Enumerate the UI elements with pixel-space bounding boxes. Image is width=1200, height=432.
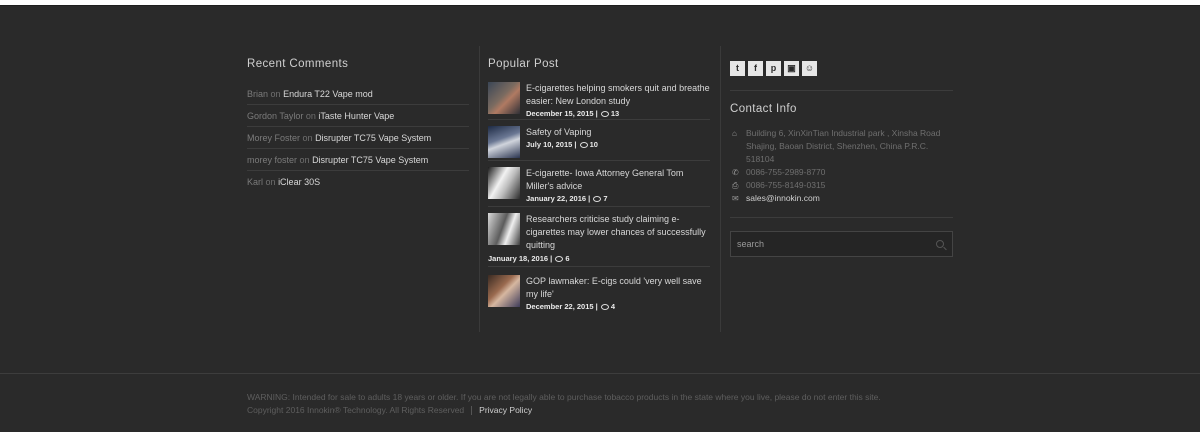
post-item: Safety of Vaping July 10, 2015 | 10 (488, 120, 710, 161)
post-comment-count[interactable]: 10 (590, 140, 598, 149)
post-comment-count[interactable]: 6 (565, 254, 569, 263)
comment-post-link[interactable]: Disrupter TC75 Vape System (312, 155, 428, 165)
post-date: January 18, 2016 (488, 254, 549, 263)
post-item: E-cigarettes helping smokers quit and br… (488, 79, 710, 120)
recent-comments-title: Recent Comments (247, 58, 349, 70)
post-thumbnail[interactable] (488, 167, 520, 199)
phone-icon: ✆ (732, 168, 739, 177)
post-meta: July 10, 2015 | 10 (526, 140, 598, 149)
post-date: December 15, 2015 (526, 109, 594, 118)
comment-on-label: on (299, 155, 310, 165)
reddit-icon[interactable]: ☺ (802, 61, 817, 76)
post-item: GOP lawmaker: E-cigs could 'very well sa… (488, 267, 710, 313)
email-link[interactable]: sales@innokin.com (746, 193, 820, 203)
contact-list: ⌂ Building 6, XinXinTian Industrial park … (730, 127, 953, 205)
post-title-link[interactable]: E-cigarette- Iowa Attorney General Tom M… (526, 167, 710, 193)
post-title-link[interactable]: Researchers criticise study claiming e-c… (526, 213, 710, 252)
contact-info-title: Contact Info (730, 103, 797, 115)
comment-on-label: on (270, 89, 281, 99)
post-comment-count[interactable]: 13 (611, 109, 619, 118)
search-icon[interactable] (936, 240, 944, 248)
comment-post-link[interactable]: Disrupter TC75 Vape System (315, 133, 431, 143)
fax-icon: ⎙ (732, 181, 739, 190)
post-comment-count[interactable]: 4 (611, 302, 615, 311)
post-date: January 22, 2016 (526, 194, 587, 203)
post-thumbnail[interactable] (488, 126, 520, 158)
column-divider (479, 46, 480, 332)
top-bar-shadow (0, 5, 1200, 6)
recent-comments-list: Brian on Endura T22 Vape mod Gordon Tayl… (247, 83, 469, 193)
comment-item: morey foster on Disrupter TC75 Vape Syst… (247, 149, 469, 171)
comment-bubble-icon (600, 111, 609, 118)
contact-phone: ✆ 0086-755-2989-8770 (730, 166, 953, 179)
post-thumbnail[interactable] (488, 275, 520, 307)
facebook-icon[interactable]: f (748, 61, 763, 76)
post-date: December 22, 2015 (526, 302, 594, 311)
post-title-link[interactable]: E-cigarettes helping smokers quit and br… (526, 82, 710, 108)
recent-comments-widget: Recent Comments Brian on Endura T22 Vape… (247, 46, 469, 193)
popular-post-list: E-cigarettes helping smokers quit and br… (488, 79, 710, 313)
column-divider (720, 46, 721, 332)
age-warning: WARNING: Intended for sale to adults 18 … (247, 392, 881, 402)
pipe-divider (471, 406, 473, 416)
comment-bubble-icon (600, 304, 609, 311)
popular-post-title: Popular Post (488, 58, 559, 70)
post-item: E-cigarette- Iowa Attorney General Tom M… (488, 161, 710, 207)
footer: WARNING: Intended for sale to adults 18 … (247, 391, 947, 417)
post-comment-count[interactable]: 7 (603, 194, 607, 203)
post-item: Researchers criticise study claiming e-c… (488, 207, 710, 267)
privacy-policy-link[interactable]: Privacy Policy (479, 405, 532, 415)
comment-on-label: on (302, 133, 313, 143)
comment-author: Brian (247, 89, 269, 99)
envelope-icon: ✉ (732, 194, 739, 203)
phone-text: 0086-755-2989-8770 (746, 167, 826, 177)
comment-post-link[interactable]: iTaste Hunter Vape (318, 111, 394, 121)
post-meta: December 15, 2015 | 13 (526, 109, 620, 118)
post-meta: January 18, 2016 | 6 (488, 254, 570, 263)
fax-text: 0086-755-8149-0315 (746, 180, 826, 190)
popular-post-widget: Popular Post E-cigarettes helping smoker… (488, 46, 710, 313)
divider (730, 217, 953, 218)
contact-address: ⌂ Building 6, XinXinTian Industrial park … (730, 127, 953, 166)
comment-author: Morey Foster (247, 133, 301, 143)
pinterest-icon[interactable]: p (766, 61, 781, 76)
post-date: July 10, 2015 (526, 140, 573, 149)
comment-item: Gordon Taylor on iTaste Hunter Vape (247, 105, 469, 127)
instagram-icon[interactable]: ▣ (784, 61, 799, 76)
comment-author: Karl (247, 177, 264, 187)
social-links: t f p ▣ ☺ (730, 61, 953, 76)
contact-email: ✉ sales@innokin.com (730, 192, 953, 205)
contact-widget: t f p ▣ ☺ Contact Info ⌂ Building 6, XinX… (730, 46, 953, 257)
post-title-link[interactable]: GOP lawmaker: E-cigs could 'very well sa… (526, 275, 710, 301)
comment-on-label: on (265, 177, 276, 187)
twitter-icon[interactable]: t (730, 61, 745, 76)
comment-bubble-icon (555, 256, 564, 263)
search-box (730, 231, 953, 257)
divider (730, 90, 953, 91)
comment-bubble-icon (579, 142, 588, 149)
copyright-line: Copyright 2016 Innokin® Technology. All … (247, 404, 947, 417)
comment-item: Karl on iClear 30S (247, 171, 469, 193)
search-input[interactable] (731, 232, 921, 256)
post-thumbnail[interactable] (488, 82, 520, 114)
comment-bubble-icon (593, 196, 602, 203)
contact-fax: ⎙ 0086-755-8149-0315 (730, 179, 953, 192)
home-icon: ⌂ (732, 129, 737, 138)
post-title-link[interactable]: Safety of Vaping (526, 126, 710, 139)
comment-item: Brian on Endura T22 Vape mod (247, 83, 469, 105)
post-meta: January 22, 2016 | 7 (526, 194, 608, 203)
post-meta: December 22, 2015 | 4 (526, 302, 616, 311)
copyright-text: Copyright 2016 Innokin® Technology. All … (247, 405, 465, 415)
comment-post-link[interactable]: Endura T22 Vape mod (283, 89, 373, 99)
footer-divider (0, 373, 1200, 374)
comment-item: Morey Foster on Disrupter TC75 Vape Syst… (247, 127, 469, 149)
post-thumbnail[interactable] (488, 213, 520, 245)
address-text: Building 6, XinXinTian Industrial park ,… (746, 128, 941, 164)
comment-on-label: on (305, 111, 316, 121)
comment-post-link[interactable]: iClear 30S (278, 177, 320, 187)
comment-author: Gordon Taylor (247, 111, 304, 121)
comment-author: morey foster (247, 155, 298, 165)
